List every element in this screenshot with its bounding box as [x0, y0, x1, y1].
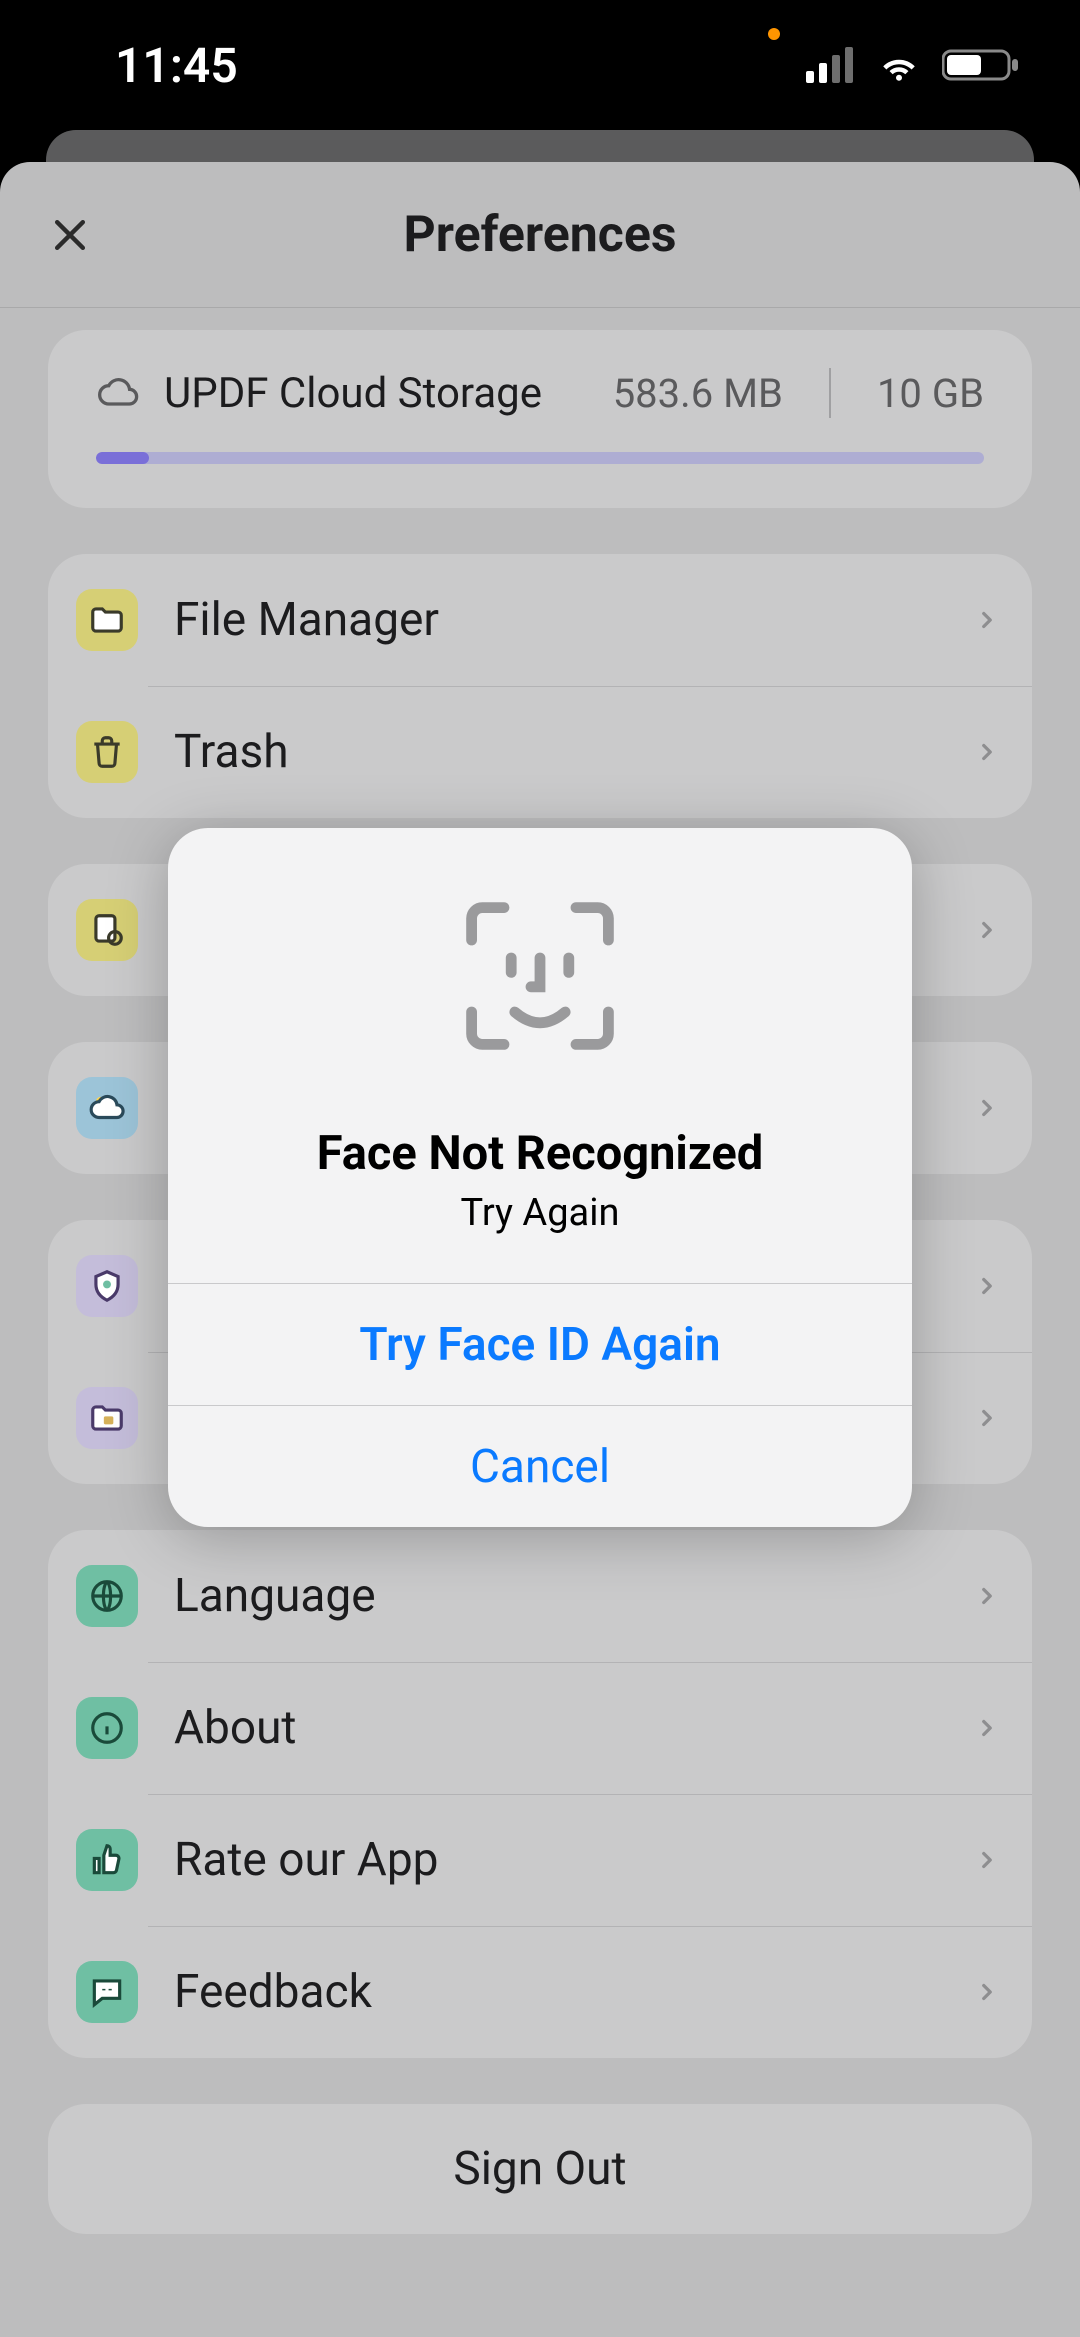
cloud-storage-card[interactable]: UPDF Cloud Storage 583.6 MB 10 GB [48, 330, 1032, 508]
storage-progress-track [96, 452, 984, 464]
chevron-right-icon [974, 600, 1000, 640]
storage-row: UPDF Cloud Storage 583.6 MB 10 GB [96, 368, 984, 418]
row-about[interactable]: About [48, 1662, 1032, 1794]
thumbs-up-icon [76, 1829, 138, 1891]
row-rate-app[interactable]: Rate our App [48, 1794, 1032, 1926]
shield-icon [76, 1255, 138, 1317]
storage-label: UPDF Cloud Storage [164, 369, 589, 418]
globe-icon [76, 1565, 138, 1627]
trash-icon [76, 721, 138, 783]
row-language[interactable]: Language [48, 1530, 1032, 1662]
folder-icon [76, 589, 138, 651]
status-bar: 11:45 [0, 0, 1080, 130]
close-button[interactable] [42, 207, 98, 263]
chevron-right-icon [974, 1398, 1000, 1438]
chevron-right-icon [974, 1972, 1000, 2012]
cloud-sun-icon [76, 1077, 138, 1139]
face-id-alert: Face Not Recognized Try Again Try Face I… [168, 828, 912, 1527]
info-group: Language About Rate [48, 1530, 1032, 2058]
chevron-right-icon [974, 1708, 1000, 1748]
cellular-icon [806, 47, 856, 83]
button-label: Try Face ID Again [359, 1318, 720, 1372]
chevron-right-icon [974, 910, 1000, 950]
info-icon [76, 1697, 138, 1759]
chevron-right-icon [974, 1840, 1000, 1880]
sign-out-label: Sign Out [453, 2142, 626, 2196]
status-indicators [806, 47, 1020, 83]
row-label: About [174, 1701, 938, 1755]
alert-message: Try Again [208, 1191, 872, 1235]
row-trash[interactable]: Trash [48, 686, 1032, 818]
chevron-right-icon [974, 732, 1000, 772]
row-label: Trash [174, 725, 938, 779]
folder-lock-icon [76, 1387, 138, 1449]
cloud-icon [96, 371, 140, 415]
row-label: Rate our App [174, 1833, 938, 1887]
alert-title: Face Not Recognized [208, 1126, 872, 1181]
chat-icon [76, 1961, 138, 2023]
storage-used: 583.6 MB [613, 370, 783, 417]
sheet-header: Preferences [0, 162, 1080, 308]
row-label: Language [174, 1569, 938, 1623]
row-feedback[interactable]: Feedback [48, 1926, 1032, 2058]
chevron-right-icon [974, 1088, 1000, 1128]
recording-dot-icon [768, 28, 780, 40]
document-icon [76, 899, 138, 961]
wifi-icon [874, 47, 924, 83]
chevron-right-icon [974, 1266, 1000, 1306]
battery-icon [942, 47, 1020, 83]
storage-total: 10 GB [877, 370, 984, 417]
try-face-id-again-button[interactable]: Try Face ID Again [168, 1283, 912, 1405]
button-label: Cancel [470, 1440, 610, 1494]
close-icon [48, 213, 92, 257]
row-label: File Manager [174, 593, 938, 647]
chevron-right-icon [974, 1576, 1000, 1616]
face-id-icon [208, 886, 872, 1066]
alert-body: Face Not Recognized Try Again [168, 828, 912, 1283]
row-file-manager[interactable]: File Manager [48, 554, 1032, 686]
divider [829, 368, 831, 418]
files-group: File Manager Trash [48, 554, 1032, 818]
sign-out-button[interactable]: Sign Out [48, 2104, 1032, 2234]
storage-progress-fill [96, 452, 149, 464]
row-label: Feedback [174, 1965, 938, 2019]
page-title: Preferences [404, 206, 677, 264]
cancel-button[interactable]: Cancel [168, 1405, 912, 1527]
status-time: 11:45 [115, 37, 238, 94]
